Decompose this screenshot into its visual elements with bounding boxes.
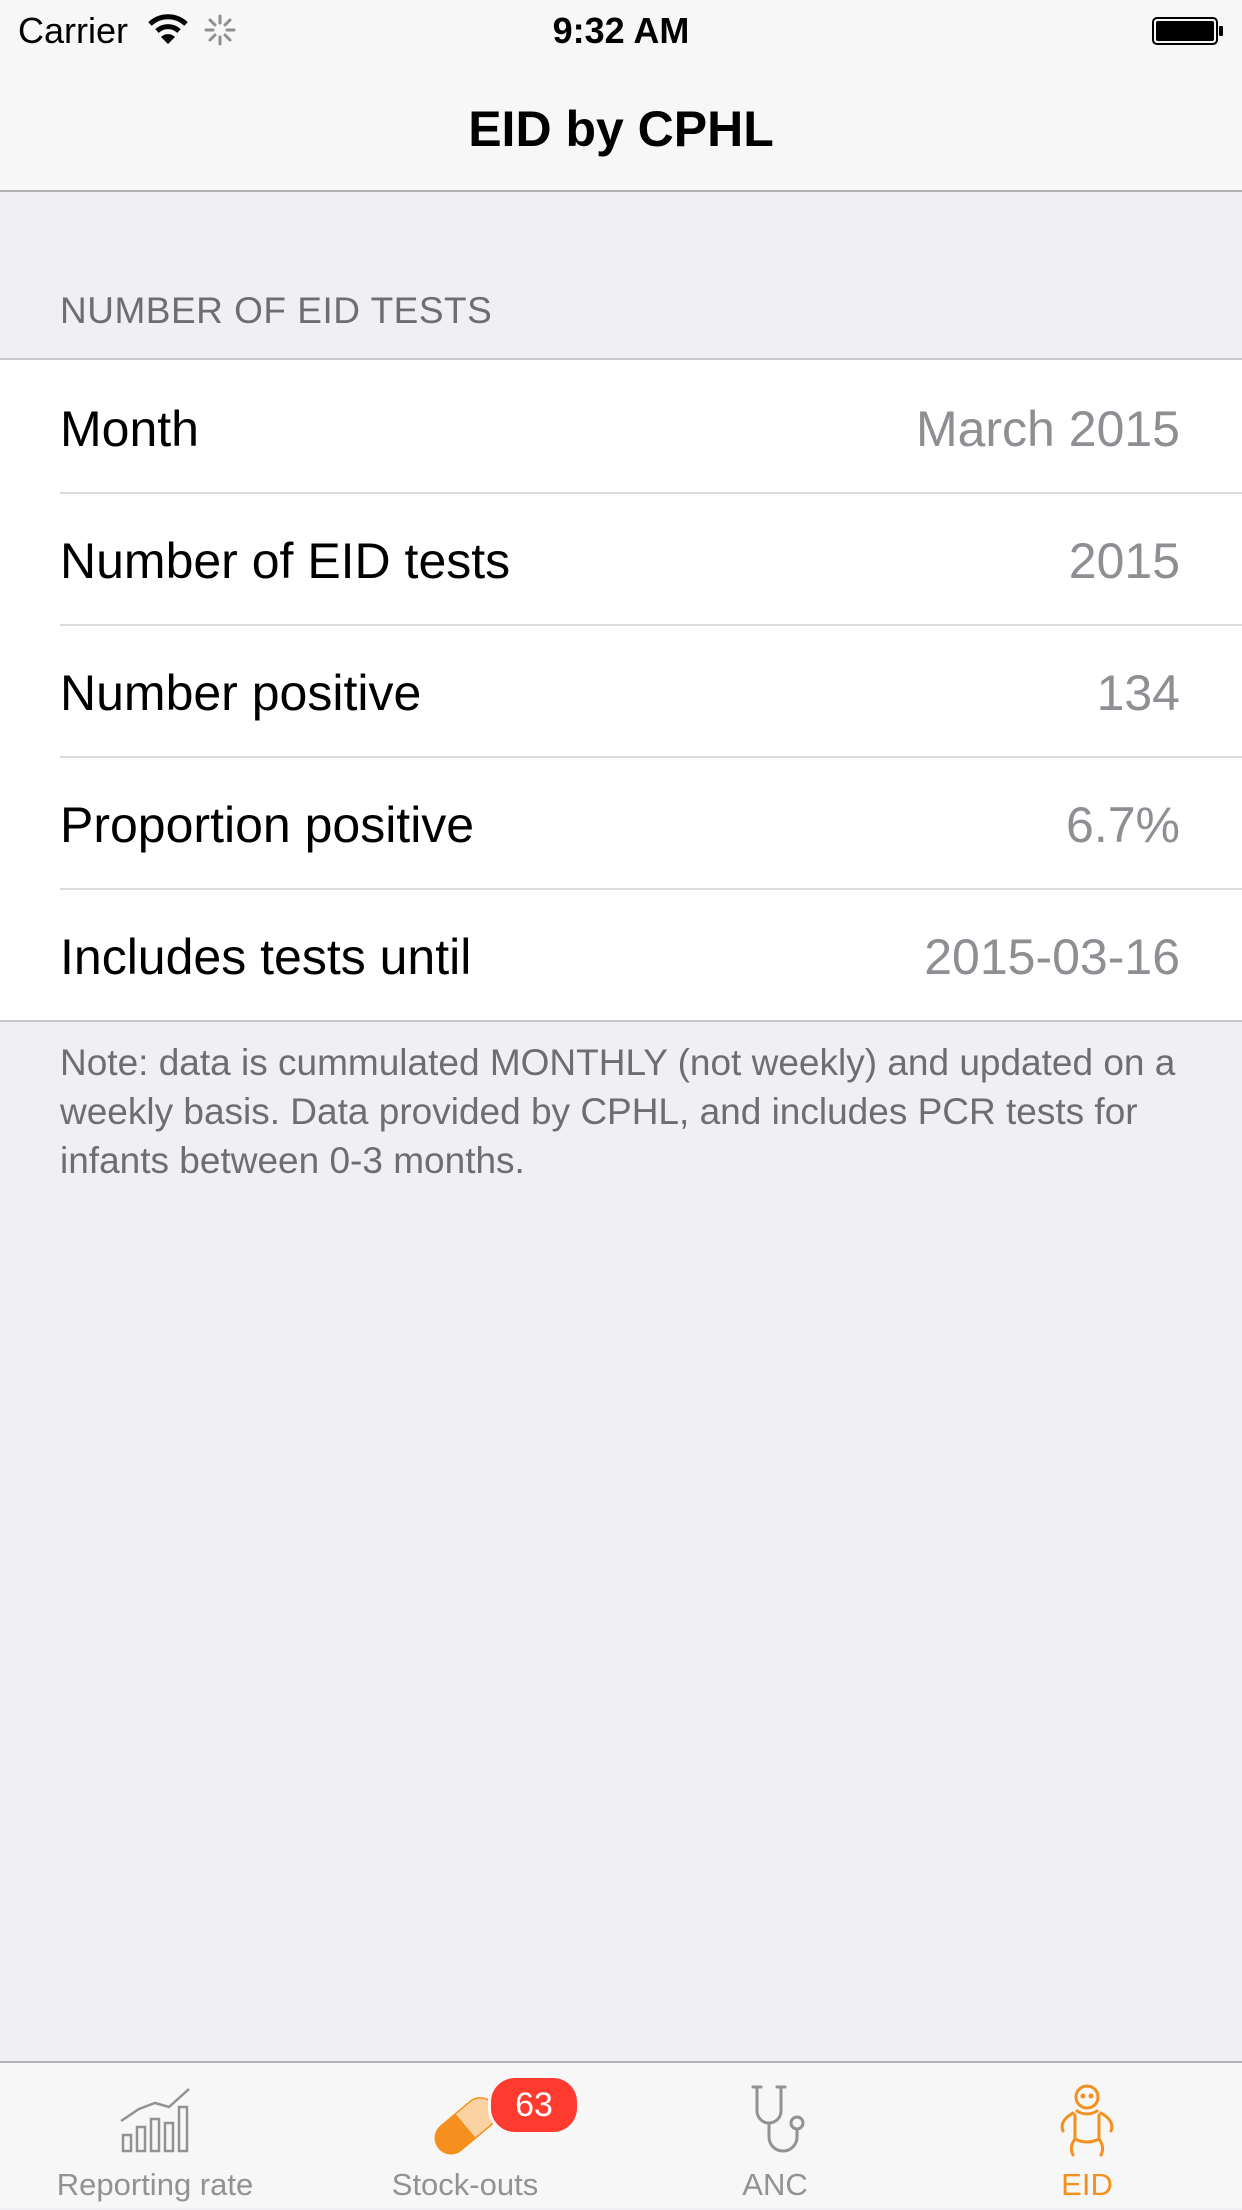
- tab-bar: Reporting rate 63 Stock-outs ANC EID: [0, 2061, 1242, 2208]
- battery-icon: [1152, 17, 1223, 45]
- row-label: Number positive: [60, 665, 422, 721]
- row-label: Number of EID tests: [60, 533, 511, 589]
- row-value: 2015: [1068, 533, 1180, 589]
- table-row-number-of-tests: Number of EID tests 2015: [0, 492, 1242, 624]
- tab-anc[interactable]: ANC: [620, 2063, 930, 2210]
- stethoscope-icon: [751, 2085, 805, 2153]
- table-row-number-positive: Number positive 134: [0, 624, 1242, 756]
- bar-chart-icon: [120, 2088, 190, 2153]
- table-row-proportion-positive: Proportion positive 6.7%: [0, 756, 1242, 888]
- tab-label: ANC: [742, 2167, 808, 2202]
- tab-eid[interactable]: EID: [932, 2063, 1242, 2210]
- page-title: EID by CPHL: [468, 101, 774, 157]
- section-header: NUMBER OF EID TESTS: [60, 290, 493, 331]
- section-footnote: Note: data is cummulated MONTHLY (not we…: [60, 1042, 1176, 1181]
- tab-label: Stock-outs: [391, 2167, 539, 2202]
- row-value: March 2015: [915, 401, 1180, 457]
- clock-label: 9:32 AM: [552, 10, 690, 51]
- row-label: Month: [60, 401, 199, 457]
- row-value: 134: [1096, 665, 1180, 721]
- tab-reporting-rate[interactable]: Reporting rate: [0, 2063, 310, 2210]
- row-label: Proportion positive: [60, 797, 475, 853]
- navigation-bar: EID by CPHL: [0, 62, 1242, 192]
- row-label: Includes tests until: [60, 929, 472, 985]
- eid-stats-table: Month March 2015 Number of EID tests 201…: [0, 358, 1242, 1022]
- tab-label: EID: [1061, 2167, 1113, 2202]
- tab-label: Reporting rate: [56, 2167, 254, 2202]
- status-bar: Carrier 9:32 AM: [0, 0, 1242, 62]
- row-value: 6.7%: [1066, 797, 1180, 853]
- table-row-month: Month March 2015: [0, 360, 1242, 492]
- stock-outs-badge: 63: [488, 2075, 580, 2135]
- baby-icon: [1060, 2084, 1114, 2157]
- tab-stock-outs[interactable]: 63 Stock-outs: [310, 2063, 620, 2210]
- row-value: 2015-03-16: [924, 929, 1180, 985]
- table-row-includes-tests-until: Includes tests until 2015-03-16: [0, 888, 1242, 1020]
